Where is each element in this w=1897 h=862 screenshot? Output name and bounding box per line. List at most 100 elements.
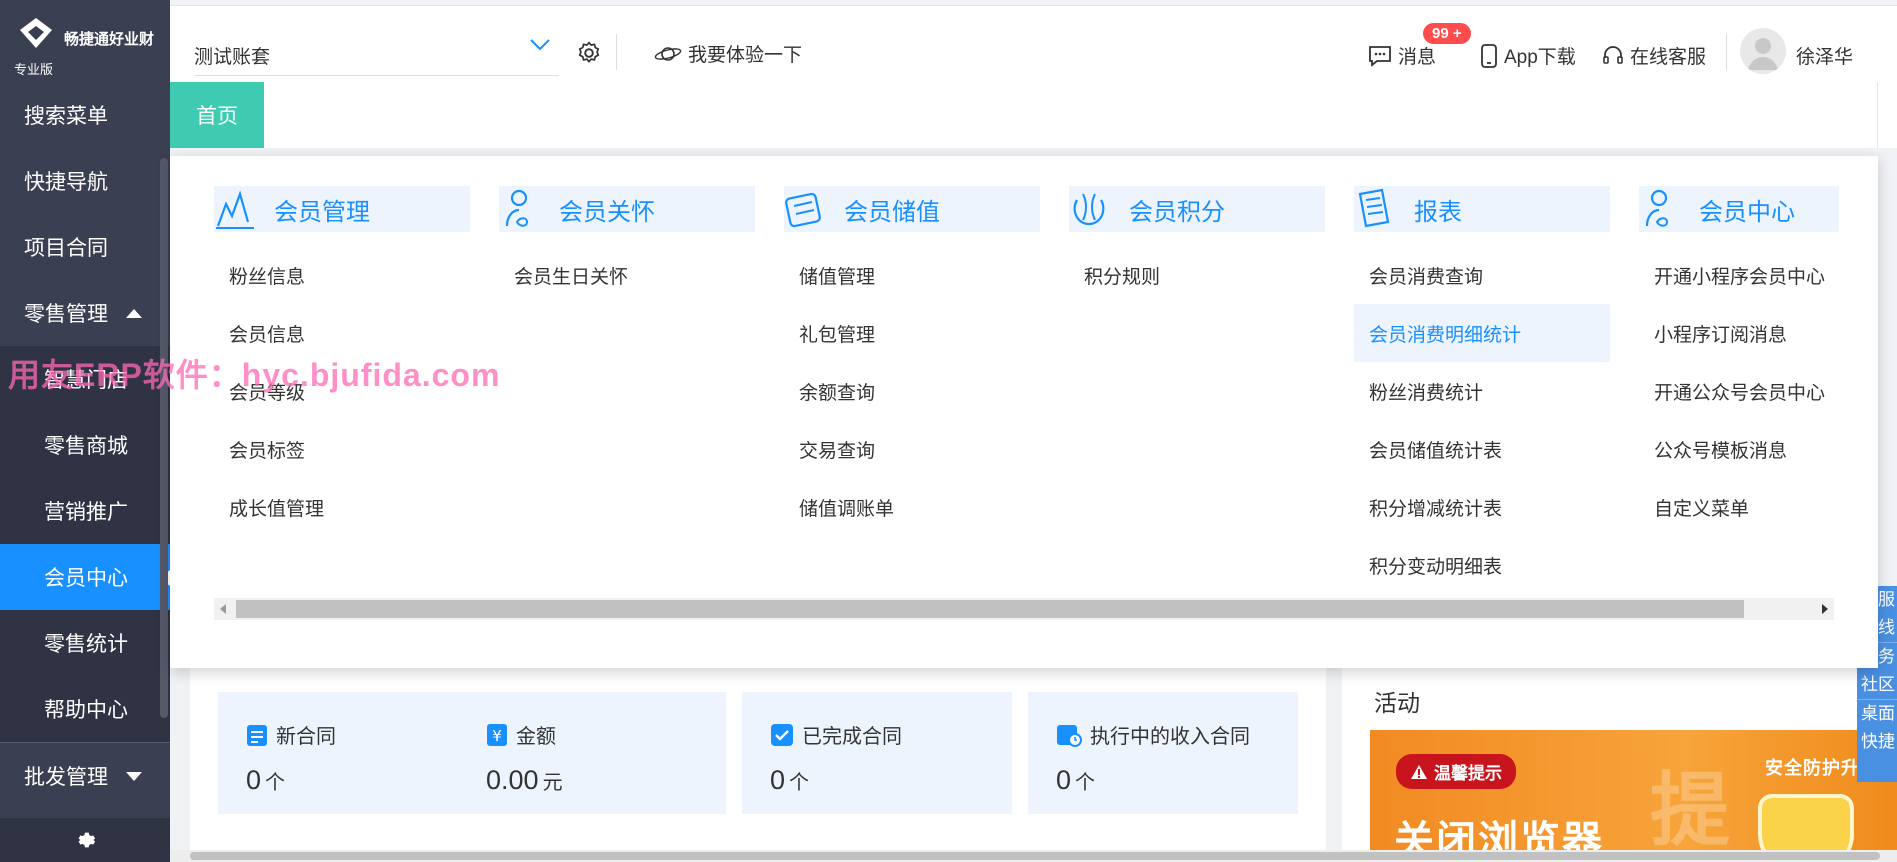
side-float-text: 社区 [1861, 675, 1895, 694]
stat-label: 执行中的收入合同 [1090, 726, 1250, 748]
menu-item[interactable]: 粉丝信息 [214, 246, 470, 304]
headset-icon [1603, 45, 1623, 64]
sidebar-item-retail-stats[interactable]: 零售统计 [0, 610, 170, 676]
member-center-icon [1645, 189, 1669, 227]
gear-icon [78, 832, 96, 848]
column-title: 会员关怀 [559, 198, 655, 226]
sidebar-item-help-center[interactable]: 帮助中心 [0, 676, 170, 742]
topbar: 测试账套 我要体验一下 消息 99 + App下载 在线客服 徐泽华 [170, 5, 1897, 82]
column-header: 会员管理 [214, 186, 470, 232]
scrollbar-thumb[interactable] [236, 600, 1744, 618]
stat-amount: ¥ 金额 0.00 元 [486, 720, 563, 796]
username[interactable]: 徐泽华 [1796, 42, 1853, 69]
stat-label: 已完成合同 [802, 726, 902, 748]
checkbox-icon [771, 723, 793, 746]
sidebar: 畅捷通好业财 专业版 搜索菜单 快捷导航 项目合同 零售管理 智慧门店 零售商城… [0, 0, 170, 862]
banner-tag-label: 温馨提示 [1434, 764, 1502, 783]
menu-item[interactable]: 储值调账单 [784, 478, 1040, 536]
stat-value: 0 [770, 765, 786, 795]
menu-item[interactable]: 会员消费查询 [1354, 246, 1610, 304]
menu-item[interactable]: 储值管理 [784, 246, 1040, 304]
sidebar-item-search-menu[interactable]: 搜索菜单 [0, 82, 170, 148]
column-title: 报表 [1414, 198, 1462, 226]
column-title: 会员积分 [1129, 198, 1225, 226]
menu-item[interactable]: 会员生日关怀 [499, 246, 755, 304]
menu-item[interactable]: 公众号模板消息 [1639, 420, 1839, 478]
column-title: 会员中心 [1699, 198, 1795, 226]
menu-item-highlighted[interactable]: 会员消费明细统计 [1354, 304, 1610, 362]
online-service-label: 在线客服 [1630, 47, 1707, 68]
app-download-link[interactable]: App下载 [1480, 42, 1576, 69]
messages-button[interactable]: 消息 [1368, 42, 1436, 69]
online-service-link[interactable]: 在线客服 [1602, 42, 1706, 69]
sidebar-item-retail[interactable]: 零售管理 [0, 280, 170, 346]
sidebar-item-wholesale[interactable]: 批发管理 [0, 743, 170, 809]
tab-home[interactable]: 首页 [170, 82, 264, 148]
stat-new-contract: 新合同 0个 [246, 720, 336, 796]
try-demo-link[interactable]: 我要体验一下 [654, 40, 802, 67]
menu-item[interactable]: 积分增减统计表 [1354, 478, 1610, 536]
activity-banner[interactable]: 提 温馨提示 安全防护升级 关闭浏览器 [1370, 730, 1897, 862]
scroll-right-icon[interactable] [1822, 604, 1828, 614]
menu-item[interactable]: 开通公众号会员中心 [1639, 362, 1839, 420]
stat-unit: 个 [265, 772, 286, 794]
brand-edition: 专业版 [14, 62, 54, 77]
sidebar-item-member-center[interactable]: 会员中心 [0, 544, 170, 610]
scroll-left-icon[interactable] [220, 604, 226, 614]
sidebar-item-label: 批发管理 [24, 766, 108, 789]
stat-unit: 元 [542, 772, 563, 794]
caret-down-icon [126, 771, 142, 781]
divider [1726, 34, 1727, 70]
user-icon [1748, 38, 1778, 70]
avatar[interactable] [1740, 28, 1786, 74]
phone-icon [1481, 43, 1497, 68]
app-download-label: App下载 [1504, 47, 1576, 68]
menu-item[interactable]: 会员标签 [214, 420, 470, 478]
banner-watermark-text: 提 [1650, 766, 1730, 855]
scrollbar-thumb[interactable] [190, 852, 1880, 860]
messages-badge: 99 + [1423, 23, 1471, 44]
sidebar-settings-button[interactable] [0, 818, 170, 862]
sidebar-item-quick-nav[interactable]: 快捷导航 [0, 148, 170, 214]
member-center-mega-menu: 会员管理 粉丝信息 会员信息 会员等级 会员标签 成长值管理 会员关怀 会员生日… [170, 156, 1878, 668]
caret-up-icon [126, 308, 142, 318]
stat-label: 新合同 [276, 726, 336, 748]
side-float-text: 桌面 [1861, 704, 1895, 723]
brand-logo-icon [20, 18, 52, 48]
menu-item[interactable]: 成长值管理 [214, 478, 470, 536]
menu-item[interactable]: 开通小程序会员中心 [1639, 246, 1839, 304]
column-header: 会员积分 [1069, 186, 1325, 232]
menu-item[interactable]: 小程序订阅消息 [1639, 304, 1839, 362]
menu-item[interactable]: 礼包管理 [784, 304, 1040, 362]
sidebar-item-project-contract[interactable]: 项目合同 [0, 214, 170, 280]
sidebar-scrollbar[interactable] [160, 158, 168, 718]
menu-horizontal-scrollbar[interactable] [214, 598, 1834, 620]
page-horizontal-scrollbar[interactable] [170, 850, 1897, 862]
stat-value: 0.00 [486, 765, 539, 795]
account-select[interactable]: 测试账套 [194, 36, 559, 76]
logo: 畅捷通好业财 专业版 [0, 0, 170, 82]
stat-label: 金额 [516, 726, 556, 748]
points-icon [1073, 193, 1105, 226]
menu-item[interactable]: 交易查询 [784, 420, 1040, 478]
menu-item[interactable]: 积分变动明细表 [1354, 536, 1610, 594]
menu-item[interactable]: 自定义菜单 [1639, 478, 1839, 536]
menu-item[interactable]: 积分规则 [1069, 246, 1325, 304]
column-header: 会员关怀 [499, 186, 755, 232]
menu-column-points: 会员积分 积分规则 [1069, 186, 1325, 304]
menu-item[interactable]: 会员储值统计表 [1354, 420, 1610, 478]
messages-label: 消息 [1398, 47, 1437, 68]
column-title: 会员储值 [844, 198, 940, 226]
sidebar-item-marketing[interactable]: 营销推广 [0, 478, 170, 544]
column-title: 会员管理 [274, 198, 370, 226]
watermark-overlay: 用友ERP软件：hyc.bjufida.com [8, 357, 501, 393]
menu-item[interactable]: 余额查询 [784, 362, 1040, 420]
side-float-text: 快捷 [1861, 732, 1895, 751]
stat-unit: 个 [1075, 772, 1096, 794]
stored-value-icon [785, 192, 821, 228]
planet-icon [654, 46, 682, 61]
settings-icon[interactable] [576, 40, 602, 66]
fullscreen-toggle[interactable] [1877, 82, 1897, 148]
menu-item[interactable]: 粉丝消费统计 [1354, 362, 1610, 420]
sidebar-item-retail-mall[interactable]: 零售商城 [0, 412, 170, 478]
